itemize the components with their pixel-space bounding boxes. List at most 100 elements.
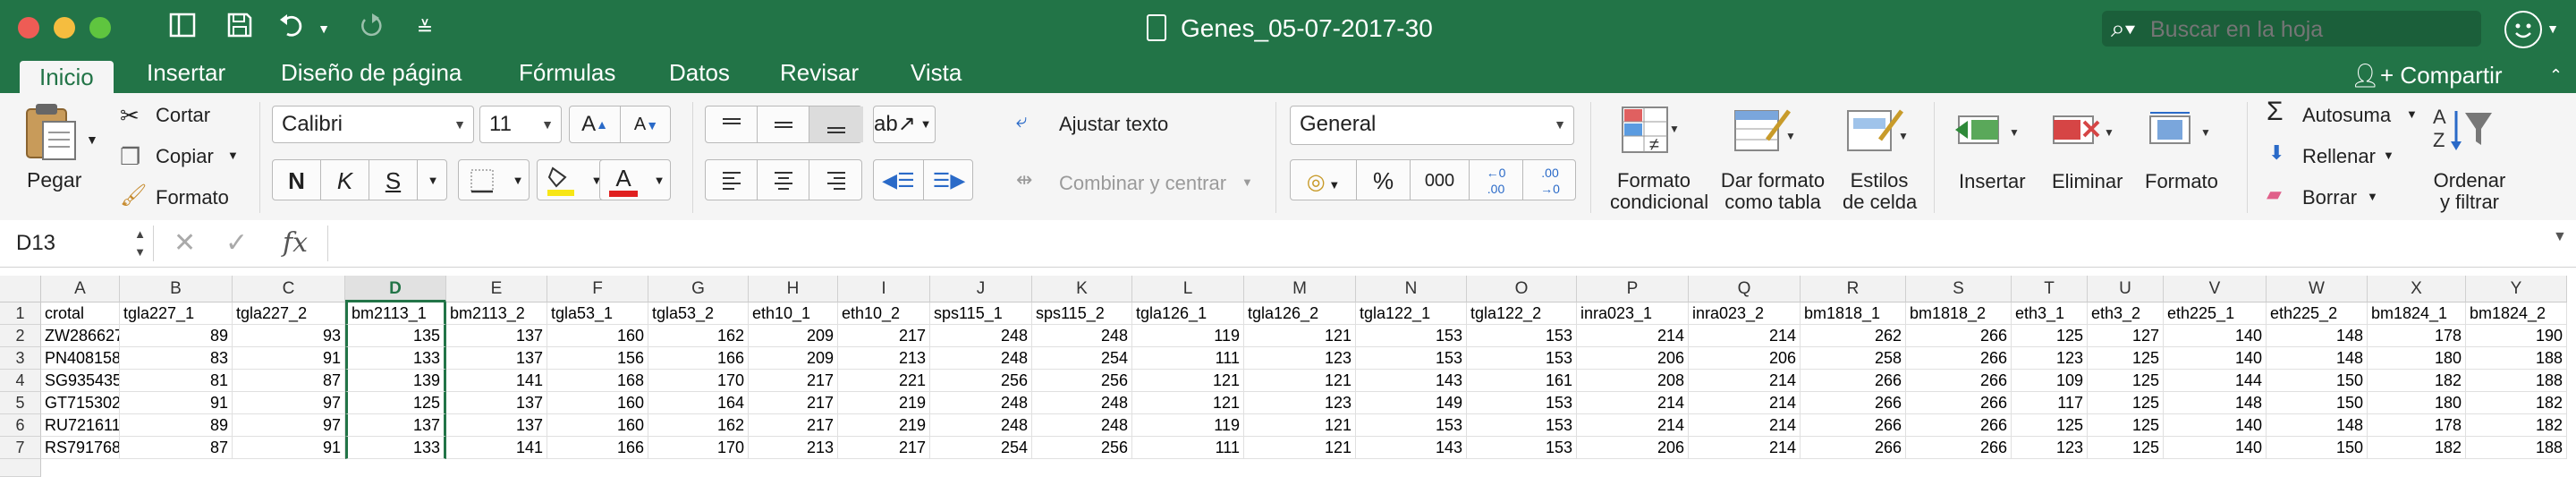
table-cell[interactable]: 266 [1906, 347, 2012, 370]
table-cell[interactable]: 111 [1132, 437, 1244, 459]
align-left-icon[interactable] [706, 160, 758, 200]
table-cell[interactable]: bm1824_2 [2466, 302, 2567, 325]
table-cell[interactable]: 125 [2012, 325, 2088, 347]
table-cell[interactable]: tgla53_2 [648, 302, 749, 325]
account-icon[interactable] [2504, 11, 2542, 48]
row-header[interactable]: 7 [0, 437, 41, 459]
table-cell[interactable]: RS791768 [41, 437, 120, 459]
copy-dropdown-icon[interactable]: ▼ [227, 149, 239, 162]
table-cell[interactable]: 214 [1689, 325, 1801, 347]
table-cell[interactable]: 217 [749, 392, 838, 414]
row-header[interactable]: 3 [0, 347, 41, 370]
table-cell[interactable]: 109 [2012, 370, 2088, 392]
underline-button[interactable]: S [369, 160, 418, 200]
table-cell[interactable]: 214 [1577, 392, 1689, 414]
table-cell[interactable]: 254 [930, 437, 1032, 459]
table-cell[interactable]: 256 [930, 370, 1032, 392]
table-cell[interactable]: 123 [1244, 392, 1356, 414]
table-cell[interactable]: 248 [930, 414, 1032, 437]
table-cell[interactable]: 81 [120, 370, 233, 392]
table-cell[interactable]: 208 [1577, 370, 1689, 392]
table-cell[interactable]: 213 [838, 347, 930, 370]
column-header[interactable]: Y [2466, 276, 2567, 302]
select-all-corner[interactable] [0, 276, 41, 302]
table-cell[interactable]: tgla126_2 [1244, 302, 1356, 325]
save-icon[interactable] [224, 11, 256, 47]
table-cell[interactable]: 148 [2267, 414, 2368, 437]
column-header[interactable]: O [1467, 276, 1577, 302]
table-cell[interactable]: 153 [1467, 414, 1577, 437]
font-name-select[interactable]: Calibri ▼ [272, 106, 474, 143]
tab-vista[interactable]: Vista [911, 59, 962, 93]
table-cell[interactable]: 121 [1244, 370, 1356, 392]
table-cell[interactable]: 135 [345, 325, 446, 347]
column-header[interactable]: B [120, 276, 233, 302]
comma-style-button[interactable]: 000 [1411, 160, 1470, 200]
table-cell[interactable]: bm1818_2 [1906, 302, 2012, 325]
table-cell[interactable]: 125 [2088, 437, 2164, 459]
table-cell[interactable]: 125 [2012, 414, 2088, 437]
table-cell[interactable]: eth3_2 [2088, 302, 2164, 325]
italic-button[interactable]: K [321, 160, 369, 200]
table-cell[interactable]: 160 [547, 392, 648, 414]
underline-dropdown-icon[interactable]: ▼ [418, 160, 448, 200]
table-cell[interactable]: 137 [446, 347, 547, 370]
table-cell[interactable]: 160 [547, 325, 648, 347]
table-cell[interactable]: 248 [930, 347, 1032, 370]
formula-input[interactable] [327, 226, 2546, 261]
table-cell[interactable]: 162 [648, 325, 749, 347]
table-cell[interactable]: 123 [2012, 437, 2088, 459]
column-header[interactable]: F [547, 276, 648, 302]
table-cell[interactable]: 137 [446, 414, 547, 437]
redo-icon[interactable] [354, 11, 386, 47]
table-cell[interactable]: 150 [2267, 392, 2368, 414]
table-cell[interactable]: 182 [2368, 437, 2466, 459]
table-cell[interactable]: bm1818_1 [1801, 302, 1906, 325]
table-cell[interactable]: tgla53_1 [547, 302, 648, 325]
table-cell[interactable]: 248 [1032, 392, 1132, 414]
minimize-window-button[interactable] [54, 17, 75, 38]
insert-cells-button[interactable]: Insertar [1959, 170, 2026, 193]
column-header[interactable]: I [838, 276, 930, 302]
format-cells-icon[interactable]: ▼ [2145, 107, 2216, 157]
table-cell[interactable]: 148 [2164, 392, 2267, 414]
column-header[interactable]: H [749, 276, 838, 302]
table-cell[interactable]: 162 [648, 414, 749, 437]
table-cell[interactable]: 178 [2368, 325, 2466, 347]
name-box-stepper-icon[interactable]: ▲ ▼ [134, 226, 146, 261]
table-cell[interactable]: 256 [1032, 437, 1132, 459]
increase-indent-icon[interactable]: ☰▶ [924, 160, 974, 200]
table-cell[interactable]: 168 [547, 370, 648, 392]
bold-button[interactable]: N [273, 160, 321, 200]
table-cell[interactable]: 180 [2368, 392, 2466, 414]
tab-insertar[interactable]: Insertar [147, 59, 225, 93]
table-cell[interactable]: tgla122_1 [1356, 302, 1467, 325]
table-cell[interactable]: 144 [2164, 370, 2267, 392]
format-cells-button[interactable]: Formato [2145, 170, 2218, 193]
tab-inicio[interactable]: Inicio [20, 61, 114, 95]
table-cell[interactable]: 248 [930, 325, 1032, 347]
table-cell[interactable]: 153 [1467, 437, 1577, 459]
row-header[interactable]: 1 [0, 302, 41, 325]
table-cell[interactable]: 111 [1132, 347, 1244, 370]
increase-font-size-icon[interactable]: A▲ [570, 106, 621, 142]
table-cell[interactable]: 248 [1032, 325, 1132, 347]
search-sheet-box[interactable]: ⌕▾ [2102, 11, 2481, 48]
align-center-icon[interactable] [758, 160, 809, 200]
column-header[interactable]: T [2012, 276, 2088, 302]
table-cell[interactable]: 140 [2164, 347, 2267, 370]
column-header[interactable]: D [345, 276, 446, 302]
table-cell[interactable]: 153 [1356, 325, 1467, 347]
table-cell[interactable]: 190 [2466, 325, 2567, 347]
table-cell[interactable]: 166 [648, 347, 749, 370]
table-cell[interactable]: 89 [120, 325, 233, 347]
fill-color-button[interactable]: ▼ [537, 159, 608, 200]
scissors-icon[interactable]: ✂ [120, 102, 140, 130]
column-header[interactable]: R [1801, 276, 1906, 302]
table-cell[interactable]: crotal [41, 302, 120, 325]
table-cell[interactable]: 117 [2012, 392, 2088, 414]
conditional-format-button[interactable]: Formato condicional [1610, 170, 1708, 213]
table-cell[interactable]: 125 [2088, 414, 2164, 437]
table-cell[interactable]: eth10_1 [749, 302, 838, 325]
column-header[interactable]: K [1032, 276, 1132, 302]
